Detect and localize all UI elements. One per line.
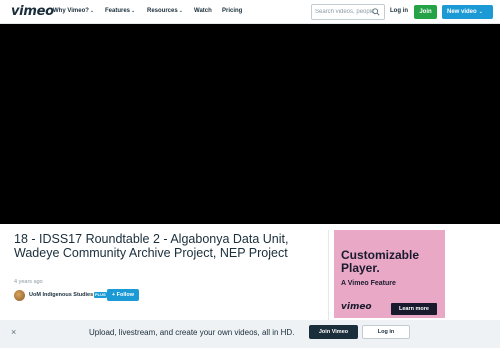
nav-resources-label: Resources bbox=[147, 8, 178, 14]
ad-subtitle: A Vimeo Feature bbox=[341, 280, 396, 287]
divider bbox=[328, 230, 329, 320]
plus-badge: PLUS bbox=[94, 292, 107, 298]
chevron-down-icon: ⌄ bbox=[131, 8, 136, 14]
nav-watch[interactable]: Watch bbox=[194, 8, 212, 14]
channel-name[interactable]: UoM Indigenous Studies bbox=[29, 292, 93, 298]
channel-avatar[interactable] bbox=[14, 290, 25, 301]
nav-features-label: Features bbox=[105, 8, 131, 14]
signup-banner: × Upload, livestream, and create your ow… bbox=[0, 320, 500, 348]
search-input[interactable] bbox=[315, 6, 373, 18]
learn-more-button[interactable]: Learn more bbox=[391, 303, 437, 315]
ad-title: Customizable Player. bbox=[341, 248, 420, 275]
new-video-label: New video bbox=[447, 9, 477, 15]
video-player[interactable] bbox=[0, 24, 500, 224]
ad-banner[interactable]: Customizable Player. A Vimeo Feature vim… bbox=[334, 230, 445, 318]
chevron-down-icon: ⌄ bbox=[478, 9, 483, 15]
top-navigation: vimeo Why Vimeo?⌄ Features⌄ Resources⌄ W… bbox=[0, 0, 500, 24]
vimeo-logo[interactable]: vimeo bbox=[11, 4, 54, 19]
banner-login-button[interactable]: Log in bbox=[362, 325, 410, 339]
nav-why-vimeo-label: Why Vimeo? bbox=[53, 8, 89, 14]
follow-button[interactable]: + Follow bbox=[107, 289, 139, 301]
login-link[interactable]: Log in bbox=[390, 8, 408, 14]
search-box[interactable] bbox=[311, 4, 385, 20]
ad-vimeo-logo: vimeo bbox=[341, 302, 372, 312]
chevron-down-icon: ⌄ bbox=[178, 8, 183, 14]
join-vimeo-button[interactable]: Join Vimeo bbox=[309, 325, 358, 339]
banner-text: Upload, livestream, and create your own … bbox=[89, 328, 295, 337]
nav-resources[interactable]: Resources⌄ bbox=[147, 8, 183, 14]
video-title: 18 - IDSS17 Roundtable 2 - Algabonya Dat… bbox=[14, 232, 289, 260]
posted-date: 4 years ago bbox=[14, 279, 43, 285]
nav-watch-label: Watch bbox=[194, 8, 212, 14]
nav-pricing[interactable]: Pricing bbox=[222, 8, 242, 14]
close-icon[interactable]: × bbox=[11, 327, 16, 337]
chevron-down-icon: ⌄ bbox=[89, 8, 95, 14]
nav-features[interactable]: Features⌄ bbox=[105, 8, 135, 14]
nav-why-vimeo[interactable]: Why Vimeo?⌄ bbox=[53, 8, 94, 14]
join-button[interactable]: Join bbox=[414, 5, 437, 19]
search-icon[interactable] bbox=[372, 8, 380, 16]
nav-pricing-label: Pricing bbox=[222, 8, 243, 14]
new-video-button[interactable]: New video ⌄ bbox=[442, 5, 493, 19]
